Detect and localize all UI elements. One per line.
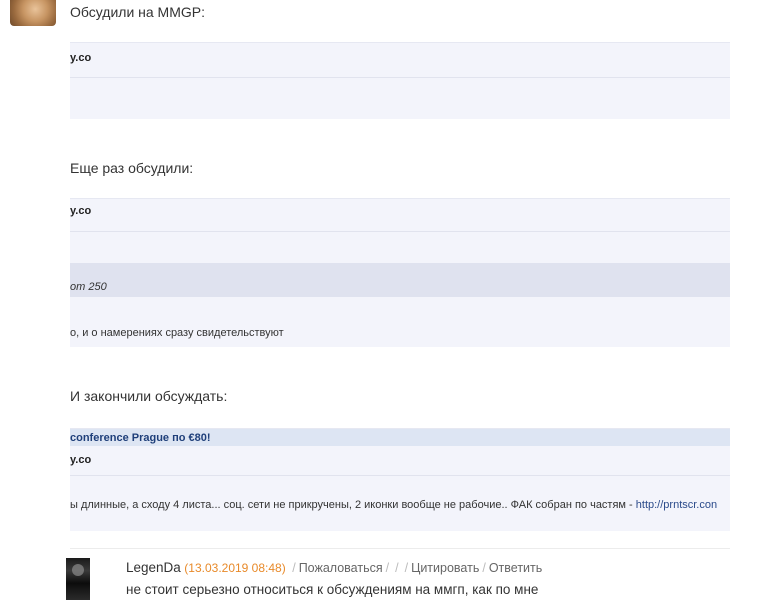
report-button[interactable]: Пожаловаться xyxy=(299,561,383,575)
comment-divider xyxy=(70,548,730,549)
separator: / xyxy=(292,561,296,575)
quote-button[interactable]: Цитировать xyxy=(411,561,479,575)
screenshot-2: y.co от 250 о, и о намерениях сразу свид… xyxy=(70,198,730,347)
separator: / xyxy=(404,561,409,575)
screenshot-3-domain: y.co xyxy=(70,454,92,466)
screenshot-1: y.co xyxy=(70,42,730,119)
separator: / xyxy=(385,561,390,575)
screenshot-2-text: о, и о намерениях сразу свидетельствуют xyxy=(70,327,284,339)
divider xyxy=(70,475,730,476)
prntscr-link: http://prntscr.con xyxy=(635,499,718,511)
heading-finished: И закончили обсуждать: xyxy=(70,388,228,404)
comment-date: (13.03.2019 08:48) xyxy=(184,561,286,575)
separator: / xyxy=(482,561,486,575)
price-text: от 250 xyxy=(70,281,107,293)
screenshot-3-text: ы длинные, а сходу 4 листа... соц. сети … xyxy=(70,499,717,511)
divider xyxy=(70,77,730,78)
reply-button[interactable]: Ответить xyxy=(489,561,542,575)
screenshot-3: conference Prague по €80! y.co ы длинные… xyxy=(70,428,730,531)
separator: / xyxy=(395,561,399,575)
conference-banner: conference Prague по €80! xyxy=(70,432,211,444)
review-text: ы длинные, а сходу 4 листа... соц. сети … xyxy=(70,499,633,511)
divider xyxy=(70,231,730,232)
screenshot-1-domain: y.co xyxy=(70,52,92,64)
heading-discussed-again: Еще раз обсудили: xyxy=(70,160,194,176)
comment-meta: LegenDa (13.03.2019 08:48) / Пожаловаться… xyxy=(126,560,542,575)
comment-text: не стоит серьезно относиться к обсуждени… xyxy=(126,582,539,597)
author-name[interactable]: LegenDa xyxy=(126,560,181,575)
screenshot-2-domain: y.co xyxy=(70,205,92,217)
avatar xyxy=(10,0,56,26)
price-band xyxy=(70,263,730,297)
user-avatar[interactable] xyxy=(66,558,90,600)
heading-discussed: Обсудили на MMGP: xyxy=(70,4,206,20)
